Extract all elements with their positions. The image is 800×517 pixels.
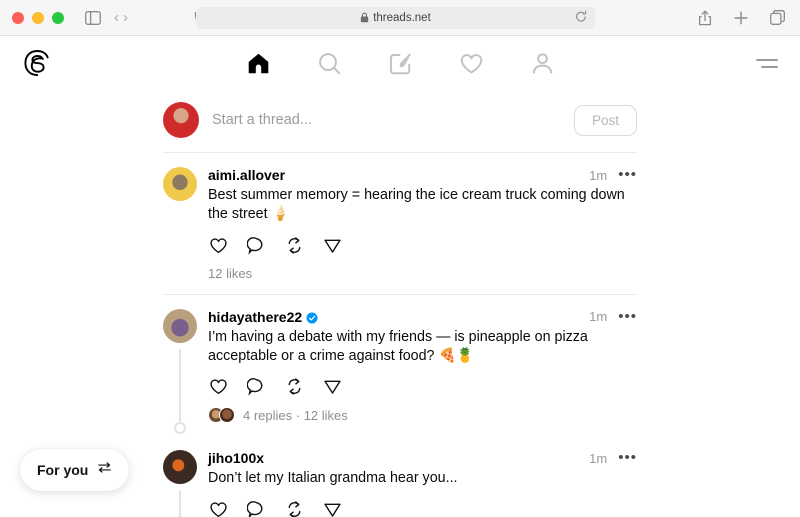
feed: Start a thread... Post aimi.allover 1m •… (163, 90, 637, 517)
hamburger-menu-icon[interactable] (756, 58, 778, 68)
post-username[interactable]: jiho100x (208, 450, 264, 466)
threads-logo[interactable] (22, 48, 52, 78)
post-actions (208, 499, 637, 517)
lock-icon (360, 12, 369, 23)
thread-connector-line (179, 490, 181, 517)
like-icon[interactable] (208, 499, 229, 517)
avatar[interactable] (163, 167, 197, 201)
nav-activity[interactable] (456, 48, 486, 78)
send-icon[interactable] (322, 499, 343, 517)
composer-input[interactable]: Start a thread... (212, 112, 574, 128)
post-avatar-column (163, 450, 197, 517)
nav-profile[interactable] (527, 48, 557, 78)
post-text: I’m having a debate with my friends — is… (208, 328, 588, 364)
post-meta: 1m ••• (589, 167, 637, 183)
thread-connector-endcap (174, 422, 186, 435)
post-header: hidayathere22 1m ••• (208, 309, 637, 325)
post-timestamp: 1m (589, 450, 608, 466)
thread-composer[interactable]: Start a thread... Post (163, 90, 637, 153)
post-body: hidayathere22 1m ••• I’m having a debate… (208, 309, 637, 437)
avatar[interactable] (163, 102, 199, 138)
repost-icon[interactable] (284, 235, 305, 256)
threads-header (0, 36, 800, 90)
reload-icon[interactable] (575, 10, 587, 25)
thread-connector-line (179, 348, 181, 423)
post-meta: 1m ••• (589, 450, 637, 466)
repost-icon[interactable] (284, 499, 305, 517)
nav-arrows: ‹ › (114, 10, 128, 25)
post-stats[interactable]: 4 replies · 12 likes (208, 407, 637, 424)
post-username[interactable]: hidayathere22 (208, 309, 302, 325)
address-bar-text: threads.net (373, 11, 431, 24)
post-body: jiho100x 1m ••• Don’t let my Italian gra… (208, 450, 637, 517)
post-avatar-column (163, 167, 197, 294)
forward-button[interactable]: › (123, 10, 128, 25)
like-icon[interactable] (208, 376, 229, 397)
post-button[interactable]: Post (573, 104, 637, 136)
verified-badge-icon (306, 311, 318, 324)
post-stats[interactable]: 12 likes (208, 266, 637, 281)
avatar (219, 407, 235, 424)
avatar[interactable] (163, 450, 197, 485)
replies-facepile (208, 407, 235, 424)
comment-icon[interactable] (246, 376, 267, 397)
post-header: aimi.allover 1m ••• (208, 167, 637, 183)
sidebar-icon[interactable] (82, 7, 104, 29)
tab-overview-icon[interactable] (766, 7, 788, 29)
post-more-icon[interactable]: ••• (618, 309, 637, 324)
comment-icon[interactable] (246, 499, 267, 517)
share-icon[interactable] (694, 7, 716, 29)
maximize-window-button[interactable] (52, 11, 64, 24)
nav-search[interactable] (314, 48, 344, 78)
post-avatar-column (163, 308, 197, 437)
post-username[interactable]: aimi.allover (208, 167, 285, 183)
post-body: aimi.allover 1m ••• Best summer memory =… (208, 167, 637, 294)
post-actions (208, 235, 637, 256)
like-icon[interactable] (208, 235, 229, 256)
post-item: hidayathere22 1m ••• I’m having a debate… (163, 295, 637, 437)
comment-icon[interactable] (246, 235, 267, 256)
avatar[interactable] (163, 308, 197, 343)
post-timestamp: 1m (589, 167, 608, 183)
post-text: Best summer memory = hearing the ice cre… (208, 187, 625, 222)
send-icon[interactable] (322, 235, 343, 256)
post-actions (208, 376, 637, 397)
address-bar[interactable]: threads.net (196, 6, 595, 29)
post-item: jiho100x 1m ••• Don’t let my Italian gra… (163, 436, 637, 517)
post-more-icon[interactable]: ••• (618, 450, 637, 465)
post-timestamp: 1m (589, 309, 608, 325)
swap-arrows-icon (97, 460, 112, 480)
main-nav (0, 48, 800, 78)
plus-icon[interactable] (730, 7, 752, 29)
feed-selector-label: For you (37, 462, 89, 478)
post-header: jiho100x 1m ••• (208, 450, 637, 466)
browser-toolbar: ‹ › threads.net (0, 0, 800, 36)
browser-window: ‹ › threads.net Start a thread... Post a… (0, 0, 800, 517)
post-stats-text: 12 likes (208, 265, 253, 281)
toolbar-right-actions (694, 7, 788, 29)
post-meta: 1m ••• (589, 309, 637, 325)
close-window-button[interactable] (12, 11, 24, 24)
repost-icon[interactable] (284, 376, 305, 397)
nav-home[interactable] (243, 48, 273, 78)
feed-selector-button[interactable]: For you (20, 449, 130, 491)
post-more-icon[interactable]: ••• (618, 167, 637, 182)
send-icon[interactable] (322, 376, 343, 397)
post-stats-text: 4 replies · 12 likes (243, 407, 348, 423)
minimize-window-button[interactable] (32, 11, 44, 24)
nav-compose[interactable] (385, 48, 415, 78)
post-text: Don’t let my Italian grandma hear you... (208, 470, 458, 487)
traffic-lights (12, 11, 64, 24)
post-item: aimi.allover 1m ••• Best summer memory =… (163, 153, 637, 294)
back-button[interactable]: ‹ (114, 10, 119, 25)
